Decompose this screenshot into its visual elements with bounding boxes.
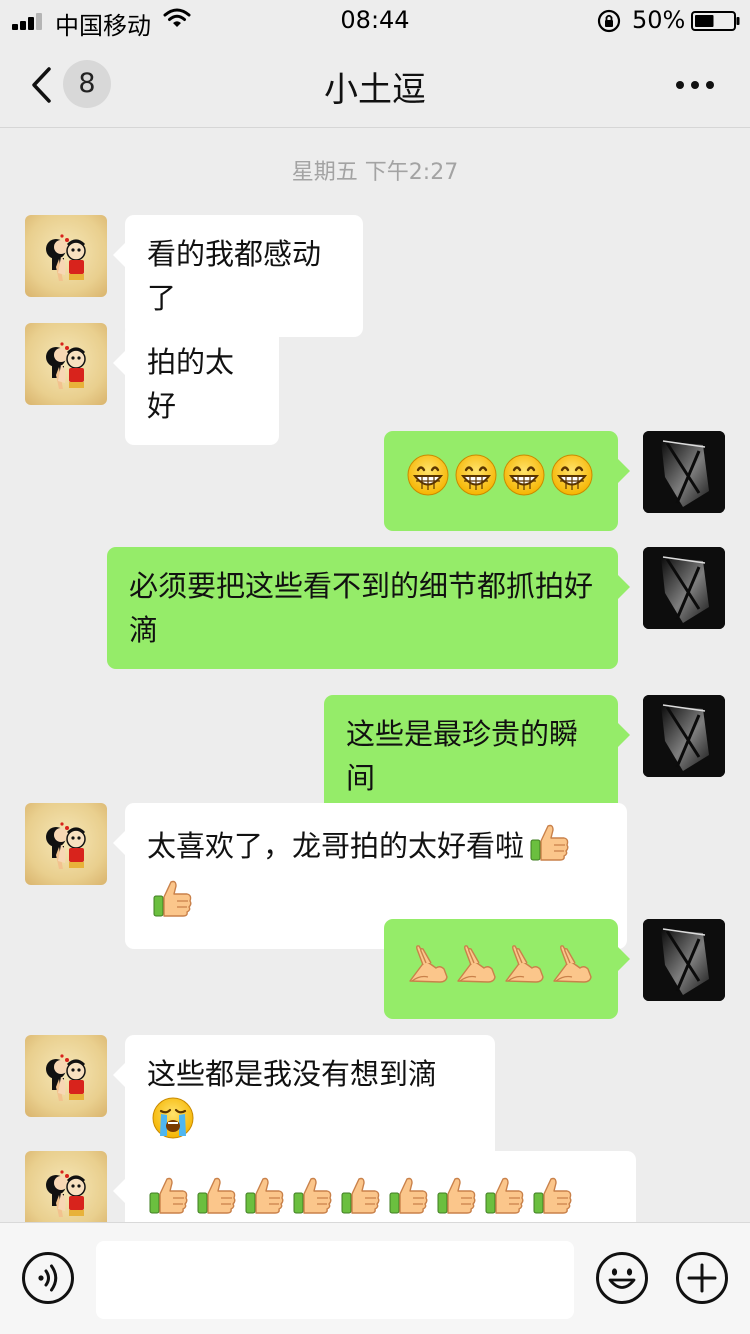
status-bar: 中国移动 08:44 50% <box>0 0 750 42</box>
message-bubble[interactable]: 拍的太好 <box>113 323 279 445</box>
my-avatar[interactable] <box>643 547 725 629</box>
message-text: 这些都是我没有想到滴 <box>147 1057 438 1091</box>
friend-avatar[interactable] <box>25 803 107 885</box>
message-bubble[interactable] <box>384 919 630 1019</box>
ok-hand-emoji-icon <box>502 941 546 997</box>
thumbs-up-emoji-icon <box>339 1173 383 1229</box>
grin-emoji-icon <box>406 453 450 509</box>
thumbs-up-emoji-icon <box>291 1173 335 1229</box>
my-avatar[interactable] <box>643 431 725 513</box>
message-bubble[interactable]: 必须要把这些看不到的细节都抓拍好滴 <box>107 547 630 669</box>
thumbs-up-emoji-icon <box>528 820 572 876</box>
message-timestamp: 星期五 下午2:27 <box>291 160 459 185</box>
thumbs-up-emoji-icon <box>483 1173 527 1229</box>
voice-icon[interactable] <box>21 1251 75 1305</box>
emoji-icon[interactable] <box>595 1251 649 1305</box>
friend-avatar[interactable] <box>25 1151 107 1233</box>
thumbs-up-emoji-icon <box>147 1173 191 1229</box>
message-text: 这些是最珍贵的瞬间 <box>346 717 579 795</box>
thumbs-up-emoji-icon <box>195 1173 239 1229</box>
message-text: 看的我都感动了 <box>147 237 322 315</box>
message-text: 拍的太好 <box>147 345 235 423</box>
message-bubble[interactable] <box>384 431 630 531</box>
nav-bar: 8 小土逗 <box>0 42 750 128</box>
message-bubble[interactable]: 这些都是我没有想到滴 <box>113 1035 495 1169</box>
thumbs-up-emoji-icon <box>531 1173 575 1229</box>
grin-emoji-icon <box>550 453 594 509</box>
battery-percent: 50% <box>632 6 686 34</box>
message-text: 必须要把这些看不到的细节都抓拍好滴 <box>129 569 594 647</box>
message-bubble[interactable]: 这些是最珍贵的瞬间 <box>324 695 630 817</box>
thumbs-up-emoji-icon <box>243 1173 287 1229</box>
friend-avatar[interactable] <box>25 323 107 405</box>
battery-icon <box>691 11 740 31</box>
thumbs-up-emoji-icon <box>151 876 195 932</box>
message-bubble[interactable]: 看的我都感动了 <box>113 215 363 337</box>
thumbs-up-emoji-icon <box>387 1173 431 1229</box>
crying-emoji-icon <box>151 1096 195 1152</box>
message-text: 太喜欢了，龙哥拍的太好看啦 <box>147 829 525 863</box>
ok-hand-emoji-icon <box>550 941 594 997</box>
friend-avatar[interactable] <box>25 215 107 297</box>
thumbs-up-emoji-icon <box>435 1173 479 1229</box>
chat-title: 小土逗 <box>324 70 426 110</box>
message-input[interactable] <box>96 1241 574 1319</box>
my-avatar[interactable] <box>643 695 725 777</box>
plus-icon[interactable] <box>675 1251 729 1305</box>
ok-hand-emoji-icon <box>454 941 498 997</box>
more-button[interactable] <box>668 70 722 100</box>
grin-emoji-icon <box>454 453 498 509</box>
ok-hand-emoji-icon <box>406 941 450 997</box>
friend-avatar[interactable] <box>25 1035 107 1117</box>
grin-emoji-icon <box>502 453 546 509</box>
input-bar <box>0 1222 750 1334</box>
my-avatar[interactable] <box>643 919 725 1001</box>
orientation-lock-icon <box>597 9 621 33</box>
more-icon <box>676 81 684 89</box>
